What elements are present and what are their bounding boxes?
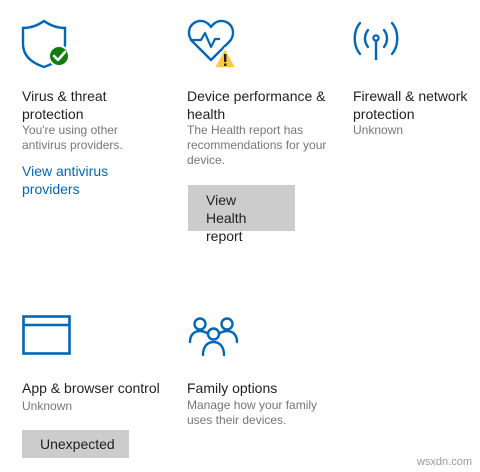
watermark: wsxdn.com [416,456,472,468]
tile-device-performance-health[interactable]: Device performance & health The Health r… [175,0,340,244]
tile-family-options[interactable]: Family options Manage how your family us… [175,300,340,465]
tile-status: You're using other antivirus providers. [22,123,123,152]
family-icon [188,315,242,362]
tile-firewall-network-protection[interactable]: Firewall & network protection Unknown [340,0,480,210]
browser-window-icon [22,315,72,362]
view-health-report-button[interactable]: View Health report [188,185,295,244]
tile-title: Device performance & health [187,88,326,122]
security-overview: Virus & threat protection You're using o… [0,0,480,472]
tile-title: Firewall & network protection [353,88,468,122]
tile-status: The Health report has recommendations fo… [187,123,327,167]
heart-warning-icon [187,18,243,75]
tile-status: Manage how your family uses their device… [187,398,318,427]
wifi-antenna-icon [352,18,402,67]
tile-app-browser-control[interactable]: App & browser control Unknown Unexpected [0,300,175,465]
tile-status: Unknown [22,399,73,413]
tile-virus-threat-protection[interactable]: Virus & threat protection You're using o… [0,0,175,210]
unexpected-button[interactable]: Unexpected [22,430,129,458]
tile-title: Family options [187,380,278,396]
tile-title: App & browser control [22,380,160,396]
tile-status: Unknown [353,123,404,137]
shield-check-icon [20,18,72,75]
tile-title: Virus & threat protection [22,88,107,122]
view-antivirus-providers-link[interactable]: View antivirus providers [22,162,122,198]
